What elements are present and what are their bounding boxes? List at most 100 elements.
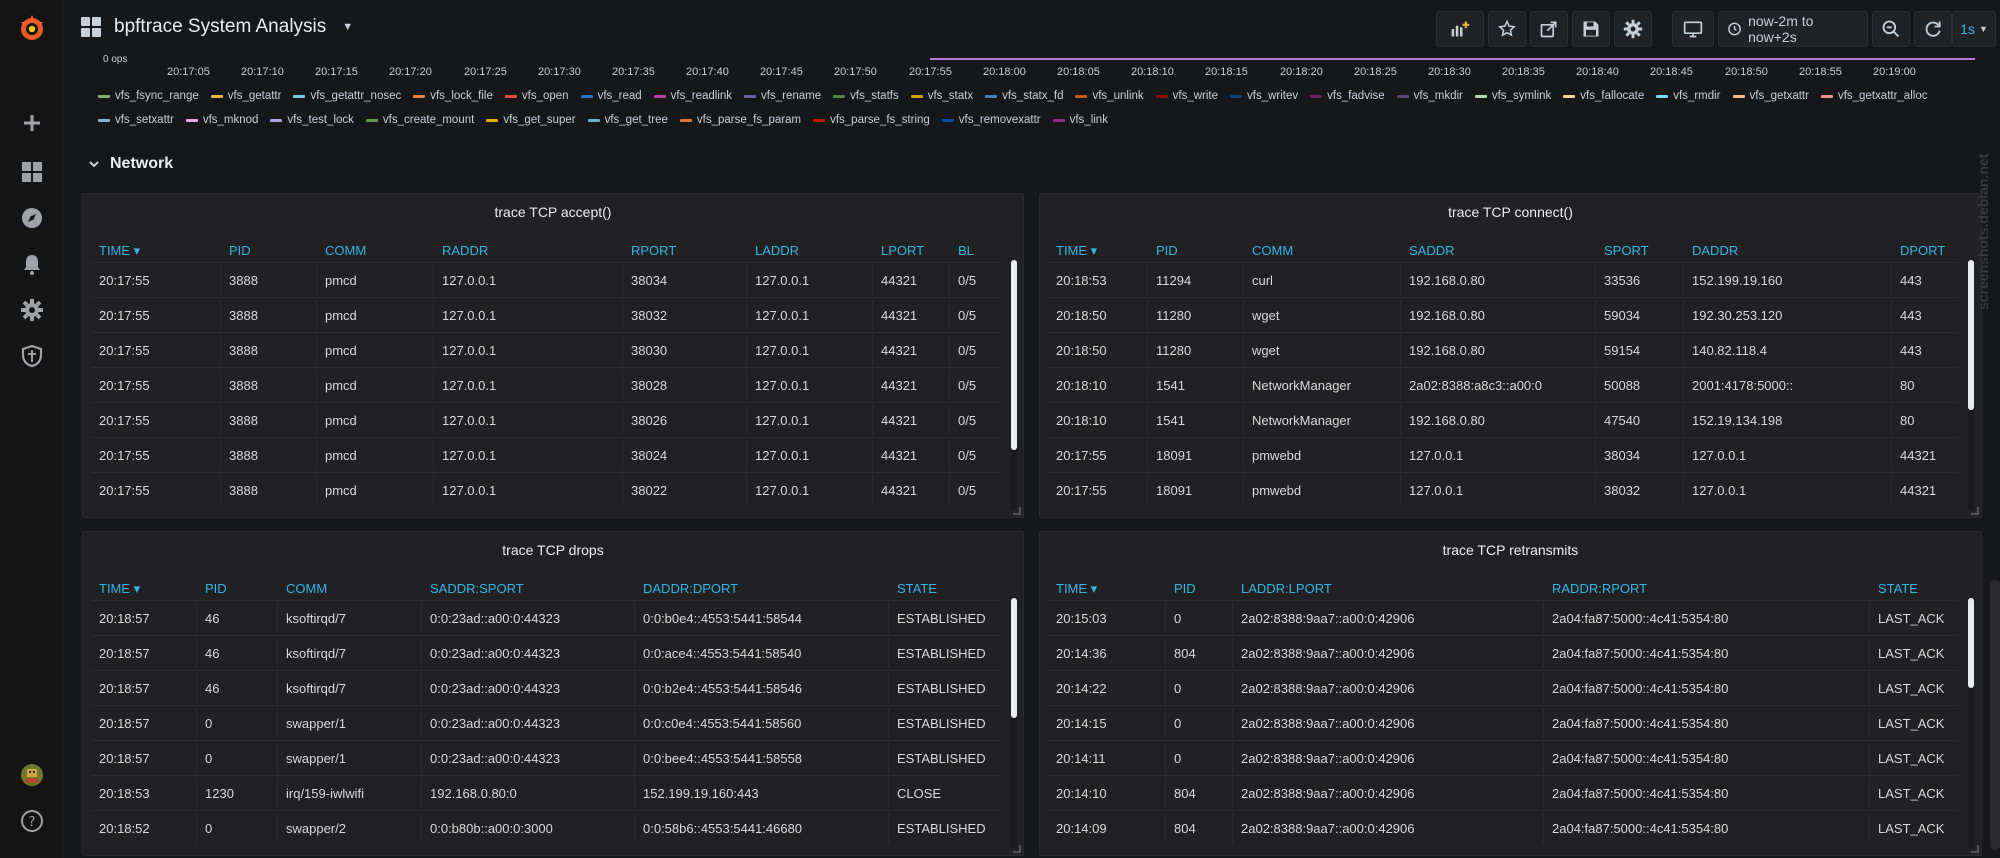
column-header[interactable]: RADDR bbox=[442, 243, 488, 258]
dashboards-icon[interactable] bbox=[17, 157, 47, 187]
legend-item[interactable]: vfs_mkdir bbox=[1396, 90, 1463, 102]
legend-item[interactable]: vfs_read bbox=[580, 90, 642, 102]
column-header[interactable]: COMM bbox=[325, 243, 366, 258]
column-header[interactable]: DADDR bbox=[1692, 243, 1738, 258]
legend-item[interactable]: vfs_lock_file bbox=[413, 90, 493, 102]
resize-handle[interactable] bbox=[1013, 845, 1021, 853]
column-header[interactable]: TIME ▾ bbox=[1056, 243, 1097, 259]
legend-item[interactable]: vfs_getxattr_alloc bbox=[1820, 90, 1927, 102]
table-row[interactable]: 20:17:55 3888 pmcd 127.0.0.1 38024 127.0.0.1 4… bbox=[91, 437, 1001, 472]
legend-item[interactable]: vfs_writev bbox=[1230, 90, 1298, 102]
time-range-picker[interactable]: now-2m to now+2s bbox=[1718, 11, 1868, 47]
legend-item[interactable]: vfs_statfs bbox=[833, 90, 899, 102]
column-header[interactable]: BL bbox=[958, 243, 974, 258]
legend-item[interactable]: vfs_setxattr bbox=[98, 114, 174, 126]
help-icon[interactable]: ? bbox=[17, 806, 47, 836]
legend-item[interactable]: vfs_readlink bbox=[653, 90, 732, 102]
settings-button[interactable] bbox=[1614, 11, 1652, 47]
legend-item[interactable]: vfs_mknod bbox=[185, 114, 258, 126]
scrollbar[interactable] bbox=[1968, 260, 1974, 510]
legend-item[interactable]: vfs_statx bbox=[910, 90, 973, 102]
legend-item[interactable]: vfs_create_mount bbox=[365, 114, 474, 126]
legend-item[interactable]: vfs_getattr bbox=[210, 90, 281, 102]
table-row[interactable]: 20:17:55 3888 pmcd 127.0.0.1 38028 127.0.0.1 4… bbox=[91, 367, 1001, 402]
dashboard-title[interactable]: bpftrace System Analysis bbox=[114, 16, 326, 38]
legend-item[interactable]: vfs_parse_fs_string bbox=[813, 114, 930, 126]
table-row[interactable]: 20:17:55 3888 pmcd 127.0.0.1 38030 127.0.0.1 4… bbox=[91, 332, 1001, 367]
configuration-gear-icon[interactable] bbox=[17, 295, 47, 325]
scrollbar[interactable] bbox=[1011, 260, 1017, 510]
column-header[interactable]: LADDR bbox=[755, 243, 799, 258]
column-header[interactable]: DADDR:DPORT bbox=[643, 581, 738, 596]
column-header[interactable]: PID bbox=[205, 581, 227, 596]
table-row[interactable]: 20:14:11 0 2a02:8388:9aa7::a00:0:42906 2a04… bbox=[1048, 740, 1958, 775]
column-header[interactable]: RPORT bbox=[631, 243, 676, 258]
column-header[interactable]: TIME ▾ bbox=[1056, 581, 1097, 597]
column-header[interactable]: LPORT bbox=[881, 243, 924, 258]
column-header[interactable]: TIME ▾ bbox=[99, 581, 140, 597]
column-header[interactable]: LADDR:LPORT bbox=[1241, 581, 1332, 596]
legend-item[interactable]: vfs_statx_fd bbox=[985, 90, 1063, 102]
row-header-network[interactable]: Network bbox=[88, 155, 173, 173]
legend-item[interactable]: vfs_test_lock bbox=[270, 114, 354, 126]
table-row[interactable]: 20:18:57 0 swapper/1 0:0:23ad::a00:0:44323 0… bbox=[91, 705, 1001, 740]
column-header[interactable]: COMM bbox=[1252, 243, 1293, 258]
table-row[interactable]: 20:18:50 11280 wget 192.168.0.80 59154 140.82… bbox=[1048, 332, 1958, 367]
column-header[interactable]: PID bbox=[229, 243, 251, 258]
column-header[interactable]: RADDR:RPORT bbox=[1552, 581, 1647, 596]
refresh-interval-picker[interactable]: 1s ▼ bbox=[1952, 11, 1996, 47]
table-row[interactable]: 20:18:57 0 swapper/1 0:0:23ad::a00:0:44323 0… bbox=[91, 740, 1001, 775]
legend-item[interactable]: vfs_rename bbox=[744, 90, 821, 102]
resize-handle[interactable] bbox=[1971, 507, 1979, 515]
panel-title[interactable]: trace TCP accept() bbox=[83, 194, 1023, 230]
legend-item[interactable]: vfs_get_super bbox=[486, 114, 576, 126]
table-row[interactable]: 20:18:52 0 swapper/2 0:0:b80b::a00:0:3000 0:… bbox=[91, 810, 1001, 845]
cycle-view-mode-button[interactable] bbox=[1672, 11, 1714, 47]
legend-item[interactable]: vfs_symlink bbox=[1474, 90, 1551, 102]
column-header[interactable]: SADDR:SPORT bbox=[430, 581, 524, 596]
add-panel-button[interactable] bbox=[1436, 11, 1484, 47]
table-row[interactable]: 20:14:36 804 2a02:8388:9aa7::a00:0:42906 2a… bbox=[1048, 635, 1958, 670]
star-button[interactable] bbox=[1488, 11, 1526, 47]
scrollbar[interactable] bbox=[1968, 598, 1974, 848]
server-admin-shield-icon[interactable] bbox=[17, 341, 47, 371]
panel-title[interactable]: trace TCP drops bbox=[83, 532, 1023, 568]
save-button[interactable] bbox=[1572, 11, 1610, 47]
table-row[interactable]: 20:14:15 0 2a02:8388:9aa7::a00:0:42906 2a04… bbox=[1048, 705, 1958, 740]
grafana-logo-icon[interactable] bbox=[15, 12, 49, 46]
page-scrollbar[interactable] bbox=[1990, 580, 2000, 850]
table-row[interactable]: 20:17:55 18091 pmwebd 127.0.0.1 38034 127.0.0… bbox=[1048, 437, 1958, 472]
legend-item[interactable]: vfs_getattr_nosec bbox=[293, 90, 401, 102]
share-button[interactable] bbox=[1530, 11, 1568, 47]
column-header[interactable]: TIME ▾ bbox=[99, 243, 140, 259]
legend-item[interactable]: vfs_removexattr bbox=[941, 114, 1041, 126]
legend-item[interactable]: vfs_getxattr bbox=[1732, 90, 1809, 102]
table-row[interactable]: 20:18:53 1230 irq/159-iwlwifi 192.168.0.80:… bbox=[91, 775, 1001, 810]
legend-item[interactable]: vfs_rmdir bbox=[1656, 90, 1721, 102]
table-row[interactable]: 20:18:10 1541 NetworkManager 192.168.0.80 47… bbox=[1048, 402, 1958, 437]
table-row[interactable]: 20:17:55 3888 pmcd 127.0.0.1 38034 127.0.0.1 4… bbox=[91, 262, 1001, 297]
table-row[interactable]: 20:17:55 3888 pmcd 127.0.0.1 38032 127.0.0.1 4… bbox=[91, 297, 1001, 332]
column-header[interactable]: PID bbox=[1174, 581, 1196, 596]
user-avatar-icon[interactable] bbox=[17, 760, 47, 790]
table-row[interactable]: 20:14:10 804 2a02:8388:9aa7::a00:0:42906 2a… bbox=[1048, 775, 1958, 810]
column-header[interactable]: STATE bbox=[897, 581, 937, 596]
legend-item[interactable]: vfs_unlink bbox=[1075, 90, 1144, 102]
panel-title[interactable]: trace TCP connect() bbox=[1040, 194, 1981, 230]
column-header[interactable]: DPORT bbox=[1900, 243, 1945, 258]
explore-icon[interactable] bbox=[17, 203, 47, 233]
table-row[interactable]: 20:18:57 46 ksoftirqd/7 0:0:23ad::a00:0:443… bbox=[91, 635, 1001, 670]
plus-icon[interactable] bbox=[17, 108, 47, 138]
column-header[interactable]: STATE bbox=[1878, 581, 1918, 596]
table-row[interactable]: 20:14:09 804 2a02:8388:9aa7::a00:0:42906 2a… bbox=[1048, 810, 1958, 845]
column-header[interactable]: SADDR bbox=[1409, 243, 1455, 258]
legend-item[interactable]: vfs_link bbox=[1052, 114, 1108, 126]
table-row[interactable]: 20:18:53 11294 curl 192.168.0.80 33536 152.19… bbox=[1048, 262, 1958, 297]
table-row[interactable]: 20:18:50 11280 wget 192.168.0.80 59034 192.30… bbox=[1048, 297, 1958, 332]
column-header[interactable]: SPORT bbox=[1604, 243, 1649, 258]
alerting-bell-icon[interactable] bbox=[17, 249, 47, 279]
column-header[interactable]: PID bbox=[1156, 243, 1178, 258]
table-row[interactable]: 20:15:03 0 2a02:8388:9aa7::a00:0:42906 2a04… bbox=[1048, 600, 1958, 635]
zoom-out-button[interactable] bbox=[1872, 11, 1910, 47]
table-row[interactable]: 20:17:55 18091 pmwebd 127.0.0.1 38032 127.0.0… bbox=[1048, 472, 1958, 507]
